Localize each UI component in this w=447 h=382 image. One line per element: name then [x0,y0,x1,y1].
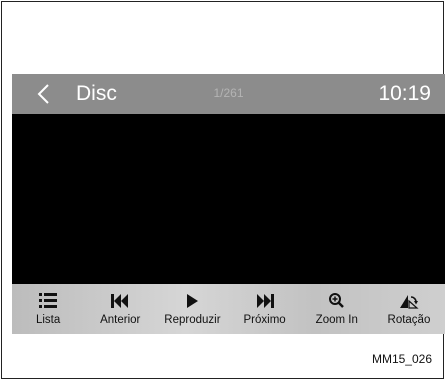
figure-frame: Disc 1/261 10:19 Lista Anterior Reproduz… [1,1,445,379]
play-button[interactable]: Reproduzir [156,284,228,334]
skip-next-icon [256,294,274,308]
rotate-button[interactable]: Rotação [373,284,445,334]
header-bar: Disc 1/261 10:19 [12,74,445,114]
previous-button[interactable]: Anterior [84,284,156,334]
zoom-in-label: Zoom In [315,314,358,326]
figure-caption: MM15_026 [371,352,432,366]
list-label: Lista [35,314,61,326]
next-label: Próximo [243,314,286,326]
zoom-in-icon [328,293,344,308]
clock: 10:19 [378,82,431,105]
play-label: Reproduzir [164,314,221,326]
playback-toolbar: Lista Anterior Reproduzir Próximo Zoom I… [12,284,445,334]
list-icon [39,293,58,308]
rotate-label: Rotação [387,314,431,326]
play-icon [187,294,199,308]
skip-previous-icon [111,294,129,308]
media-screen: Disc 1/261 10:19 Lista Anterior Reproduz… [12,74,445,334]
video-area [12,114,445,284]
zoom-in-button[interactable]: Zoom In [301,284,373,334]
list-button[interactable]: Lista [12,284,84,334]
rotate-icon [399,295,419,309]
next-button[interactable]: Próximo [229,284,301,334]
previous-label: Anterior [100,314,141,326]
